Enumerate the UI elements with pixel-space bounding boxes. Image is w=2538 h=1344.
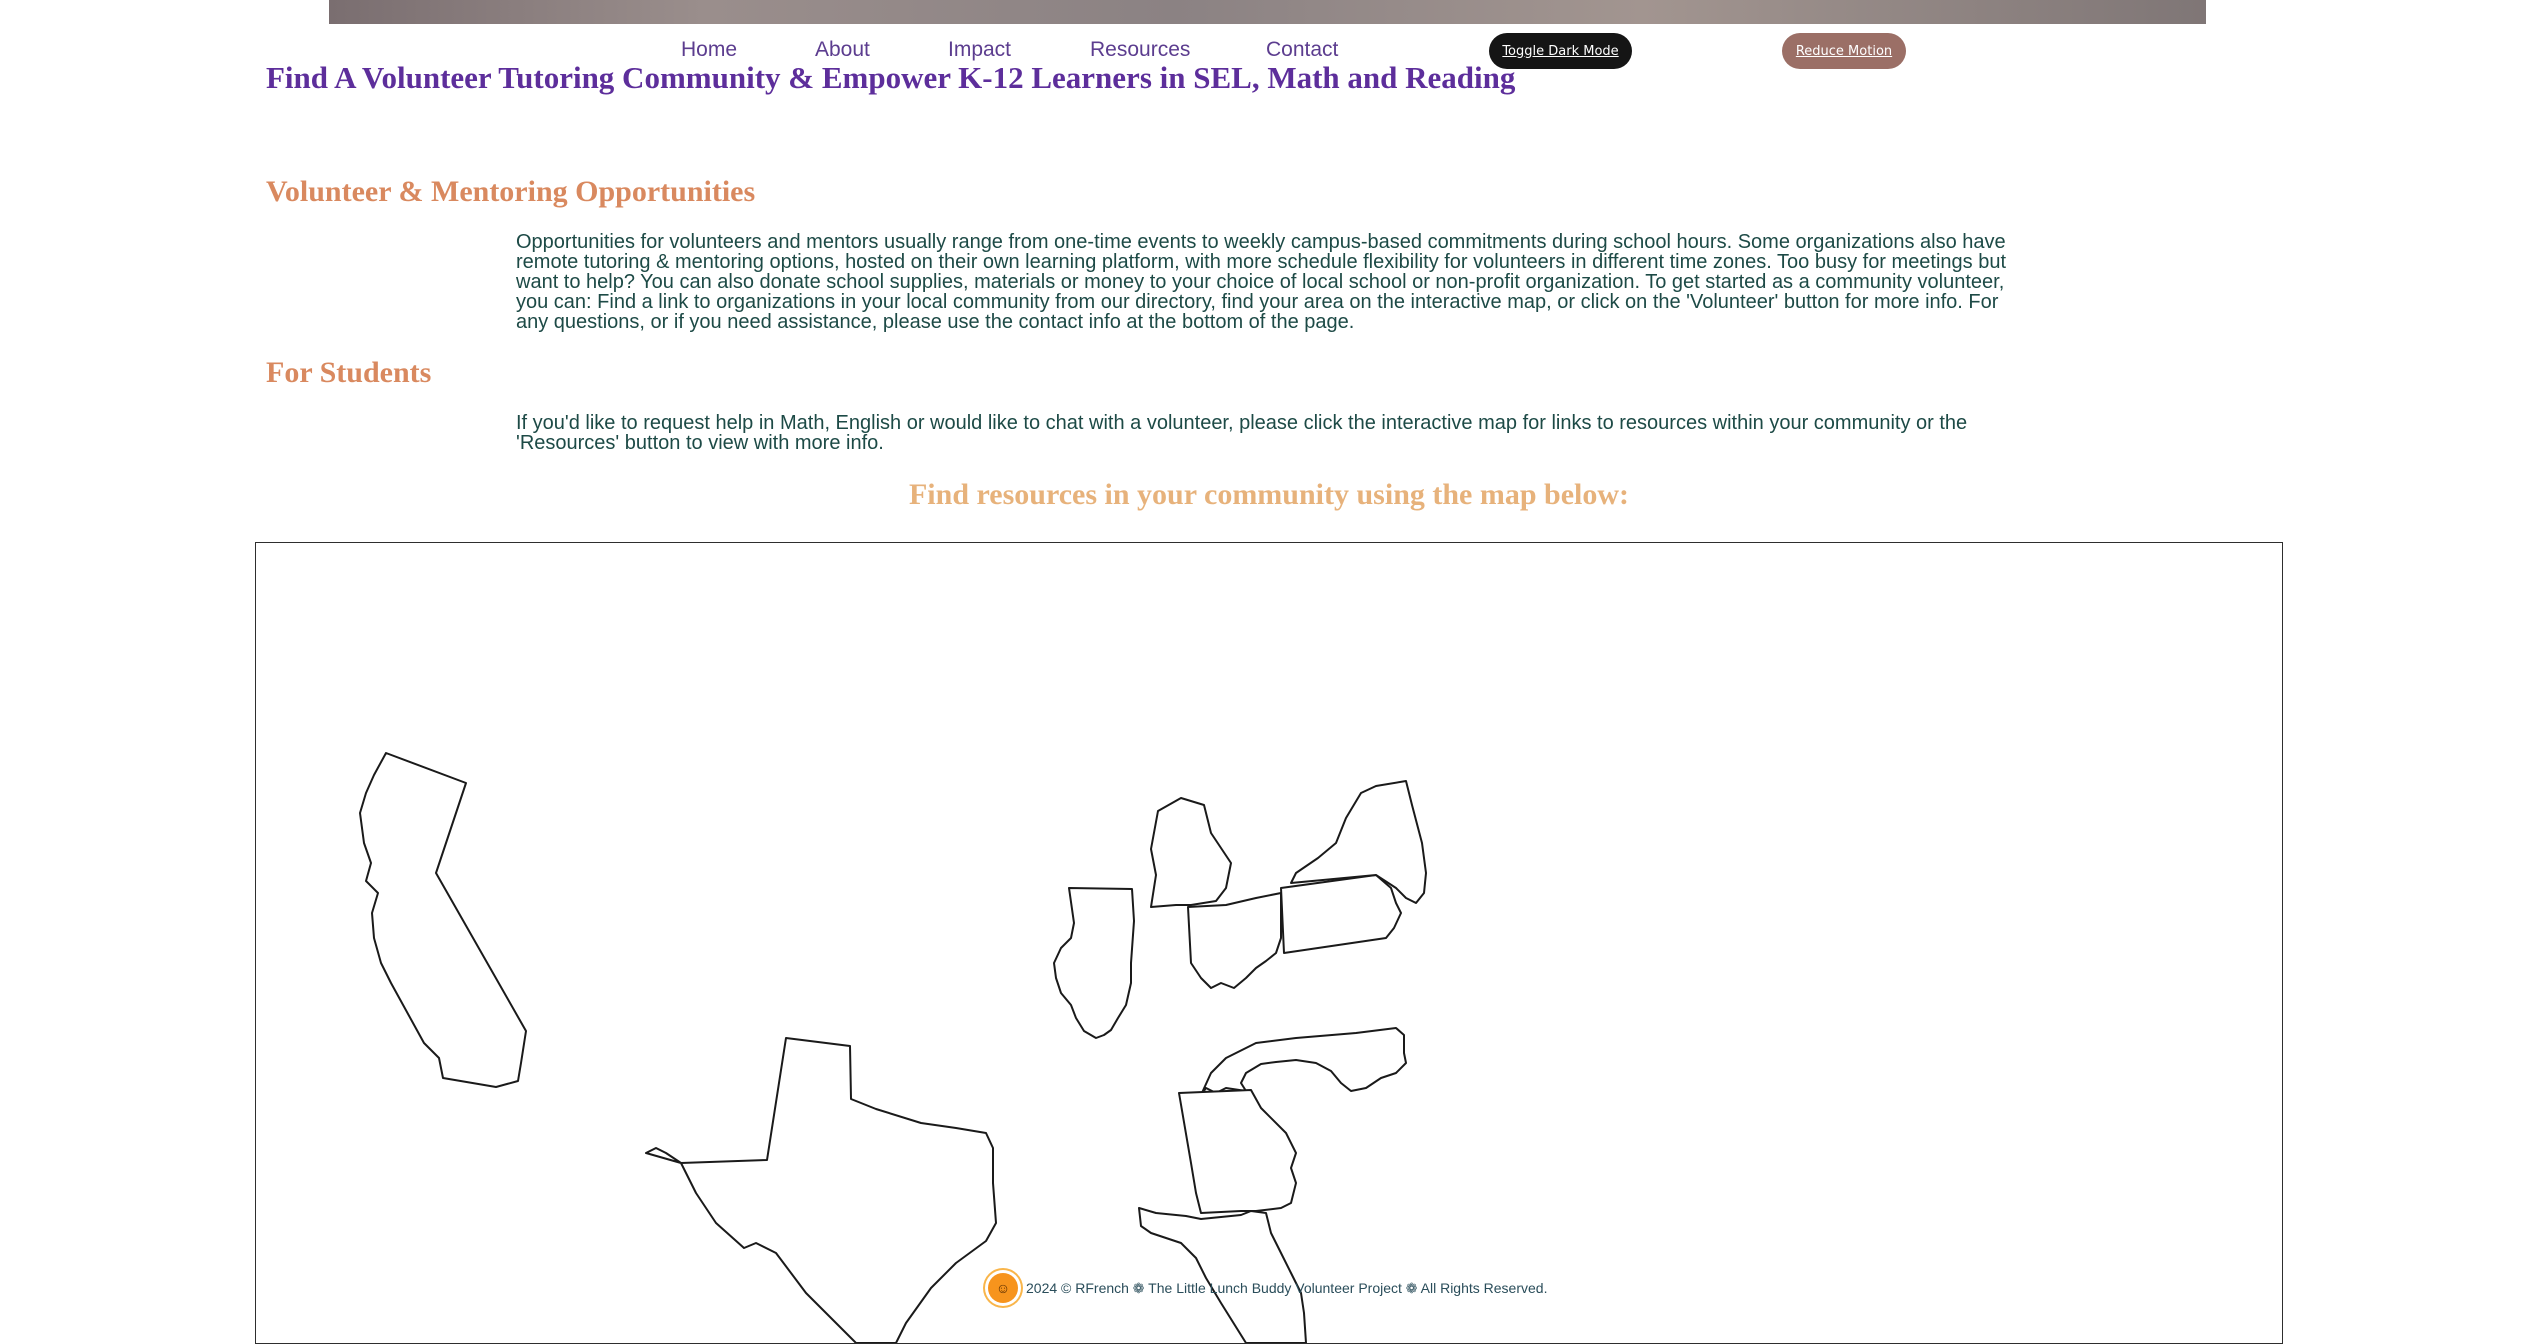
state-ohio[interactable] (1187, 892, 1282, 989)
nav-contact[interactable]: Contact (1266, 38, 1338, 62)
header-banner (329, 0, 2206, 24)
state-illinois[interactable] (1053, 887, 1135, 1039)
footer-text: 2024 © RFrench ❁ The Little Lunch Buddy … (1026, 1279, 1548, 1296)
nav-home[interactable]: Home (681, 38, 737, 62)
state-california[interactable] (359, 752, 527, 1088)
interactive-map (255, 542, 2283, 1344)
page-title: Find A Volunteer Tutoring Community & Em… (266, 60, 1516, 95)
map-heading: Find resources in your community using t… (908, 478, 1630, 511)
students-heading: For Students (266, 356, 432, 389)
volunteer-heading: Volunteer & Mentoring Opportunities (266, 175, 756, 208)
state-texas[interactable] (645, 1037, 997, 1343)
footer: ☺ 2024 © RFrench ❁ The Little Lunch Budd… (988, 1271, 1547, 1305)
sun-logo-icon: ☺ (988, 1273, 1018, 1303)
nav-about[interactable]: About (815, 38, 870, 62)
students-paragraph: If you'd like to request help in Math, E… (516, 412, 1968, 454)
us-states-map (359, 752, 1427, 1343)
reduce-motion-button[interactable]: Reduce Motion (1782, 33, 1906, 69)
state-north-carolina[interactable] (1200, 1027, 1407, 1096)
state-pennsylvania[interactable] (1280, 874, 1402, 954)
state-michigan[interactable] (1150, 797, 1232, 908)
nav-impact[interactable]: Impact (948, 38, 1011, 62)
volunteer-paragraph: Opportunities for volunteers and mentors… (516, 231, 2007, 333)
nav-resources[interactable]: Resources (1090, 38, 1190, 62)
state-georgia[interactable] (1178, 1089, 1297, 1214)
